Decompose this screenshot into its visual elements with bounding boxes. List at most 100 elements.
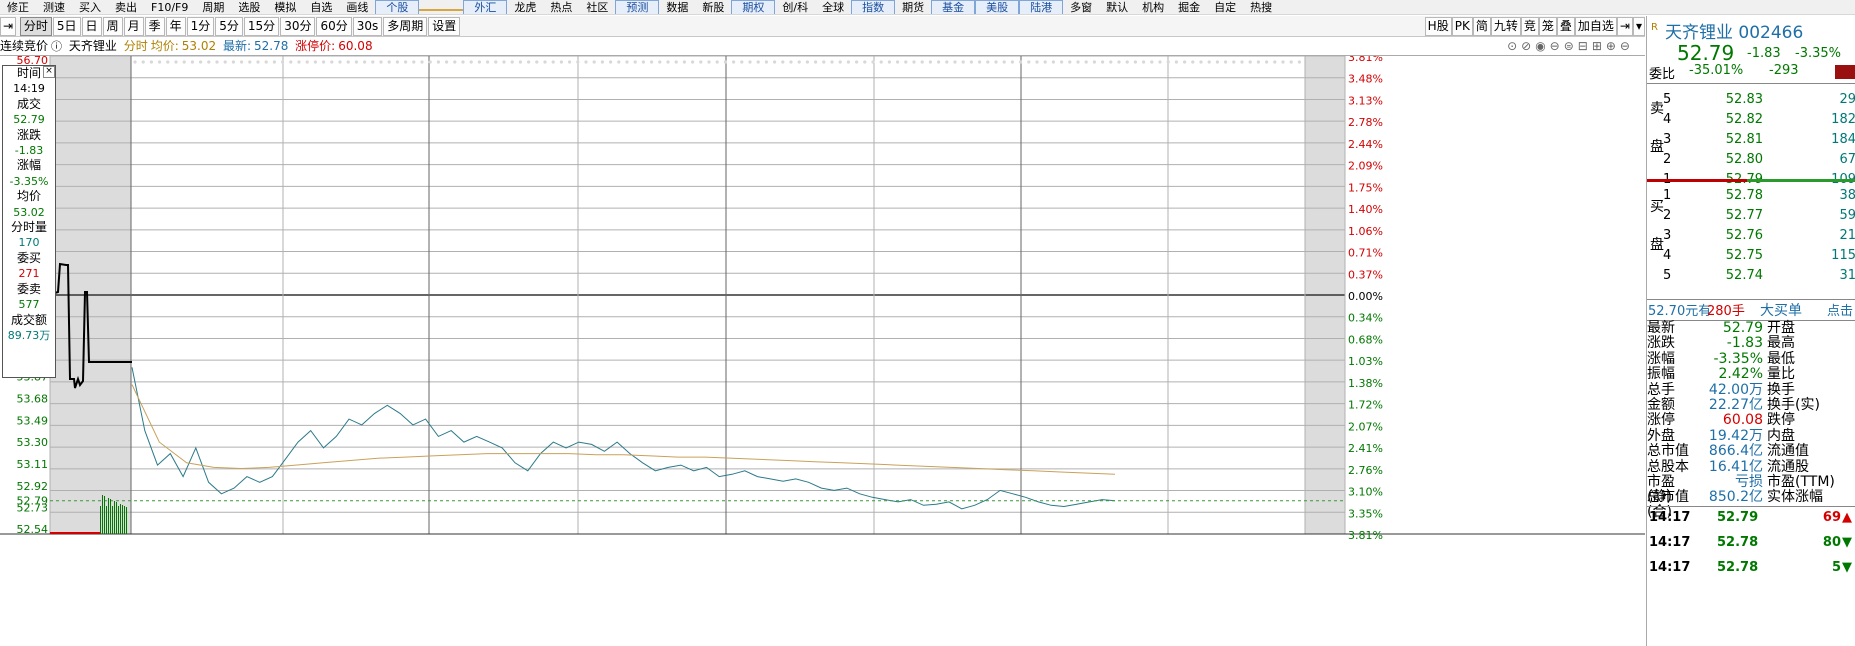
expand-icon[interactable]: ⇥: [1616, 17, 1633, 36]
tip-amt-label: 成交额: [10, 312, 47, 327]
dropdown-icon[interactable]: ▾: [1632, 17, 1645, 36]
period-tab[interactable]: 5日: [52, 17, 81, 36]
menu-item[interactable]: 默认: [1099, 1, 1135, 14]
period-tab[interactable]: 年: [165, 17, 186, 36]
dot: [395, 60, 399, 64]
menu-item[interactable]: 社区: [579, 1, 615, 14]
trade-volume: 69: [1822, 510, 1841, 525]
menu-item[interactable]: 测速: [36, 1, 72, 14]
volume-bar: [120, 504, 121, 534]
dot: [1142, 60, 1146, 64]
period-tab[interactable]: 日: [81, 17, 102, 36]
menu-item[interactable]: [419, 9, 442, 11]
right-tab[interactable]: PK: [1451, 17, 1473, 36]
period-tab[interactable]: 30分: [280, 17, 316, 36]
right-axis-label: 0.37%: [1348, 268, 1383, 281]
menu-item[interactable]: 卖出: [108, 1, 144, 14]
menu-item[interactable]: F10/F9: [144, 1, 195, 14]
info-icon[interactable]: ⓘ: [51, 40, 62, 53]
right-tab[interactable]: 简: [1472, 17, 1491, 36]
dot: [1125, 60, 1129, 64]
order-price: 52.74: [1725, 268, 1763, 283]
right-tab[interactable]: 叠: [1556, 17, 1575, 36]
quote-value: 42.00万: [1708, 381, 1763, 398]
quote-value: -3.35%: [1713, 350, 1763, 367]
dot: [1191, 60, 1195, 64]
order-price: 52.82: [1725, 112, 1763, 127]
trade-volume: 80: [1822, 535, 1841, 550]
menu-item[interactable]: 多窗: [1063, 1, 1099, 14]
period-tab[interactable]: 30s: [352, 17, 383, 36]
period-tab[interactable]: 多周期: [383, 17, 428, 36]
volume-bar: [104, 496, 105, 534]
menu-item[interactable]: 期权: [731, 0, 776, 14]
quote-value: 52.79: [1722, 320, 1763, 336]
menu-item[interactable]: [441, 9, 464, 11]
period-tab[interactable]: 周: [102, 17, 123, 36]
period-tab[interactable]: 60分: [316, 17, 352, 36]
period-tab[interactable]: 15分: [243, 17, 280, 36]
trade-price: 52.78: [1717, 535, 1759, 550]
period-tab[interactable]: 1分: [186, 17, 215, 36]
menu-item[interactable]: 期货: [895, 1, 931, 14]
avg-value: 53.02: [181, 39, 217, 53]
menu-item[interactable]: 美股: [975, 0, 1020, 14]
dot: [855, 60, 859, 64]
big-more[interactable]: 点击: [1827, 300, 1853, 319]
dot: [559, 60, 564, 64]
menu-item[interactable]: 画线: [339, 1, 375, 14]
right-tab[interactable]: 竞: [1520, 17, 1539, 36]
menu-item[interactable]: 热搜: [1243, 1, 1279, 14]
dot: [1174, 60, 1178, 64]
menu-item[interactable]: 买入: [72, 1, 108, 14]
menu-item[interactable]: 预测: [615, 0, 660, 14]
right-tab[interactable]: 笼: [1538, 17, 1557, 36]
menu-item[interactable]: 外汇: [463, 0, 508, 14]
level: 1: [1663, 188, 1672, 203]
menu-item[interactable]: 机构: [1135, 1, 1171, 14]
menu-item[interactable]: 模拟: [267, 1, 303, 14]
menu-item[interactable]: 陆港: [1019, 0, 1064, 14]
right-axis-label: 1.03%: [1348, 355, 1383, 368]
dot: [838, 60, 842, 64]
menu-item[interactable]: 修正: [0, 1, 36, 14]
quote-label: 涨幅: [1647, 350, 1675, 367]
quote-label: 最低: [1767, 350, 1795, 367]
period-tab[interactable]: 季: [144, 17, 165, 36]
quote-value: 850.2亿: [1708, 489, 1763, 506]
menu-item[interactable]: 掘金: [1171, 1, 1207, 14]
right-tab[interactable]: H股: [1424, 17, 1452, 36]
dot: [133, 60, 137, 64]
dot: [272, 60, 276, 64]
quote-value: -1.83: [1726, 335, 1763, 352]
close-icon[interactable]: ×: [43, 66, 55, 78]
period-tab[interactable]: 设置: [428, 17, 461, 36]
menu-item[interactable]: 选股: [231, 1, 267, 14]
intraday-chart[interactable]: 56.7054.2554.0653.8753.6853.4953.3053.11…: [0, 56, 1645, 646]
quote-row: 总股本 16.41亿 流通股: [1647, 459, 1855, 475]
chart-tools-icons[interactable]: ⊙⊘◉⊖⊜⊟⊞⊕⊖: [1507, 37, 1634, 55]
menu-item[interactable]: 周期: [195, 1, 231, 14]
right-tab[interactable]: 九转: [1490, 17, 1521, 36]
dot: [937, 60, 941, 64]
menu-item[interactable]: 龙虎: [507, 1, 543, 14]
period-tab[interactable]: 月: [123, 17, 144, 36]
menu-item[interactable]: 数据: [659, 1, 695, 14]
collapse-icon[interactable]: ⇥: [0, 17, 17, 36]
menu-item[interactable]: 指数: [851, 0, 896, 14]
right-tab[interactable]: 加自选: [1574, 17, 1617, 36]
menu-item[interactable]: 全球: [815, 1, 851, 14]
menu-item[interactable]: 热点: [543, 1, 579, 14]
menu-item[interactable]: 基金: [931, 0, 976, 14]
buy-button[interactable]: [1835, 65, 1855, 79]
menu-item[interactable]: 自定: [1207, 1, 1243, 14]
period-tab[interactable]: 5分: [215, 17, 243, 36]
menu-item[interactable]: 新股: [695, 1, 731, 14]
period-tab[interactable]: 分时: [19, 17, 52, 36]
menu-item[interactable]: 自选: [303, 1, 339, 14]
right-axis-label: 1.06%: [1348, 225, 1383, 238]
menu-item[interactable]: 创/科: [775, 1, 815, 14]
menu-item[interactable]: 个股: [375, 0, 420, 14]
weicha-value: -293: [1769, 63, 1799, 78]
big-order-row[interactable]: 52.70元有 280手 大买单 点击: [1647, 299, 1855, 321]
